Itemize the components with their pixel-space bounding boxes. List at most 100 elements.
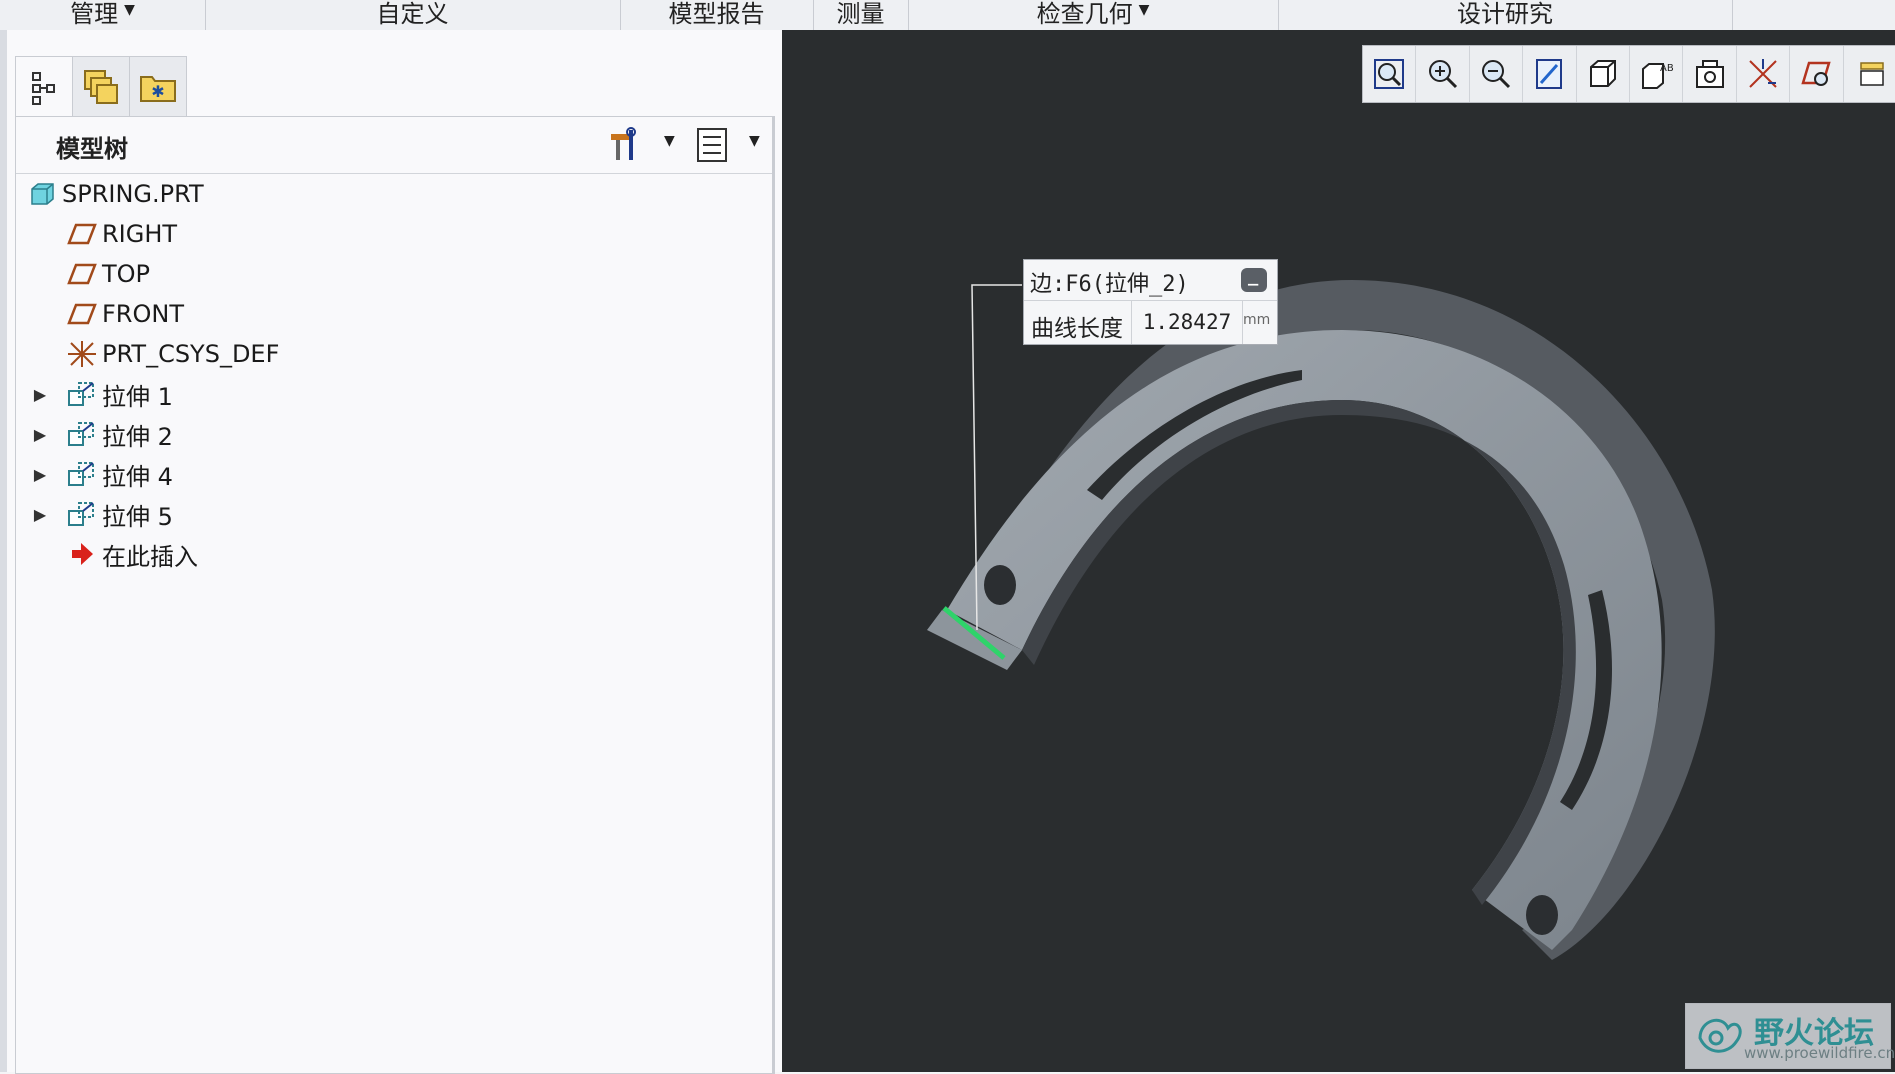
model-tree: 模型树 ▼ ▼ SPRING.PRT RIGHT TOP FRONT PRT_C… — [15, 116, 775, 1074]
repaint-button[interactable] — [1523, 46, 1577, 102]
part-icon — [26, 179, 58, 209]
display-style-button[interactable] — [1577, 46, 1631, 102]
ribbon-group-label: 检查几何 — [1036, 0, 1133, 28]
ribbon-group-label: 管理 — [70, 0, 119, 28]
tree-item-extrude-2[interactable]: ▶ 拉伸 2 — [30, 416, 173, 452]
tree-item-label: PRT_CSYS_DEF — [102, 340, 280, 368]
curve-length-label: 曲线长度 — [1031, 316, 1123, 342]
view-manager-button[interactable] — [1683, 46, 1737, 102]
spring-part-model[interactable] — [782, 30, 1895, 1072]
expand-arrow-icon[interactable]: ▶ — [30, 505, 50, 524]
refit-icon — [1374, 59, 1405, 89]
datum-plane-icon — [66, 219, 98, 249]
tab-model-tree[interactable] — [15, 56, 73, 118]
chevron-down-icon[interactable]: ▼ — [664, 133, 675, 149]
insert-here-arrow-icon — [66, 539, 98, 569]
window-edge — [0, 30, 7, 1072]
tree-item-extrude-5[interactable]: ▶ 拉伸 5 — [30, 496, 173, 532]
annotation-display-button[interactable] — [1790, 46, 1844, 102]
edge-reference-label: 边:F6(拉伸_2) — [1030, 272, 1189, 297]
tree-item-right[interactable]: RIGHT — [66, 216, 177, 252]
ribbon-group-label: 设计研究 — [1457, 0, 1553, 28]
tree-item-label: 拉伸 5 — [102, 502, 173, 531]
tree-item-extrude-1[interactable]: ▶ 拉伸 1 — [30, 376, 173, 412]
view-toolbar: AB — [1362, 45, 1895, 103]
more-icon — [1860, 62, 1884, 86]
refit-button[interactable] — [1363, 46, 1417, 102]
tree-item-label: 拉伸 1 — [102, 382, 173, 411]
tab-favorites[interactable]: ✱ — [129, 56, 187, 117]
model-tree-title: 模型树 — [56, 135, 128, 163]
minus-icon: − — [1247, 272, 1260, 296]
tree-item-label: 拉伸 2 — [102, 422, 173, 451]
svg-text:AB: AB — [1660, 63, 1673, 74]
tree-settings-button[interactable] — [606, 125, 646, 165]
coordinate-system-icon — [66, 339, 98, 369]
ribbon-group-manage[interactable]: 管理 ▼ — [0, 0, 206, 30]
tree-item-extrude-4[interactable]: ▶ 拉伸 4 — [30, 456, 173, 492]
datum-display-button[interactable] — [1737, 46, 1791, 102]
svg-text:✱: ✱ — [151, 82, 164, 101]
show-options-icon — [697, 128, 727, 162]
datum-display-icon — [1749, 59, 1777, 88]
zoom-in-icon — [1428, 60, 1457, 89]
extrude-icon — [66, 459, 98, 489]
unit-label: mm — [1243, 312, 1271, 328]
tab-layers[interactable] — [72, 56, 130, 117]
zoom-in-button[interactable] — [1416, 46, 1470, 102]
ribbon-bar: 管理 ▼ 自定义 模型报告 测量 检查几何 ▼ 设计研究 — [0, 0, 1895, 31]
model-tree-icon — [32, 71, 55, 105]
chevron-down-icon: ▼ — [1138, 2, 1150, 18]
measure-callout[interactable]: 边:F6(拉伸_2) − 曲线长度 1.28427 mm — [1023, 259, 1278, 345]
show-options-button[interactable] — [692, 125, 732, 165]
datum-plane-icon — [66, 259, 98, 289]
ribbon-group-inspect-geometry[interactable]: 检查几何 ▼ — [908, 0, 1279, 30]
tree-item-label: 在此插入 — [102, 542, 198, 571]
expand-arrow-icon[interactable]: ▶ — [30, 385, 50, 404]
zoom-out-button[interactable] — [1470, 46, 1524, 102]
watermark-url: www.proewildfire.cn — [1744, 1044, 1895, 1062]
datum-plane-icon — [66, 299, 98, 329]
saved-orientations-button[interactable]: AB — [1630, 46, 1684, 102]
forum-logo — [1698, 1018, 1742, 1053]
measure-row: 曲线长度 1.28427 mm — [1024, 300, 1277, 344]
tree-settings-icon — [611, 127, 636, 160]
chevron-down-icon: ▼ — [124, 2, 135, 18]
model-tree-header: 模型树 ▼ ▼ — [16, 117, 772, 174]
saved-orientations-icon: AB — [1642, 63, 1673, 89]
collapse-button[interactable]: − — [1241, 268, 1267, 296]
tree-item-top[interactable]: TOP — [66, 256, 150, 292]
ribbon-group-customize[interactable]: 自定义 — [205, 0, 621, 30]
zoom-out-icon — [1482, 60, 1511, 89]
extrude-icon — [66, 499, 98, 529]
extrude-icon — [66, 419, 98, 449]
tree-item-insert-here[interactable]: 在此插入 — [66, 536, 198, 572]
expand-arrow-icon[interactable]: ▶ — [30, 465, 50, 484]
more-button[interactable] — [1844, 46, 1895, 102]
ribbon-group-label: 自定义 — [376, 0, 449, 28]
tree-item-label: 拉伸 4 — [102, 462, 173, 491]
tree-item-part[interactable]: SPRING.PRT — [26, 176, 204, 212]
view-manager-icon — [1695, 60, 1724, 88]
favorites-folder-icon: ✱ — [140, 76, 176, 102]
layers-icon — [84, 70, 118, 104]
forum-watermark: 野火论坛 www.proewildfire.cn — [1685, 1003, 1895, 1069]
tree-item-label: FRONT — [102, 300, 184, 328]
display-style-icon — [1589, 60, 1616, 87]
ribbon-group-model-report[interactable]: 模型报告 — [620, 0, 814, 30]
navigator-panel: ✱ 模型树 ▼ ▼ SPRING.PRT RIGHT TOP FRONT PRT… — [7, 30, 782, 1074]
ribbon-group-design-study[interactable]: 设计研究 — [1278, 0, 1733, 30]
ribbon-group-label: 模型报告 — [668, 0, 765, 28]
callout-title: 边:F6(拉伸_2) − — [1024, 260, 1277, 301]
tree-item-label: TOP — [102, 260, 151, 288]
expand-arrow-icon[interactable]: ▶ — [30, 425, 50, 444]
ribbon-group-measure[interactable]: 测量 — [813, 0, 909, 30]
graphics-window[interactable]: AB 边:F6(拉伸_2) − 曲线长度 1.28427 mm — [782, 30, 1895, 1072]
tree-item-front[interactable]: FRONT — [66, 296, 184, 332]
tree-item-csys[interactable]: PRT_CSYS_DEF — [66, 336, 279, 372]
tree-item-label: SPRING.PRT — [62, 180, 204, 208]
curve-length-value: 1.28427 — [1131, 300, 1243, 344]
extrude-icon — [66, 379, 98, 409]
chevron-down-icon[interactable]: ▼ — [749, 133, 760, 149]
tree-item-label: RIGHT — [102, 220, 178, 248]
